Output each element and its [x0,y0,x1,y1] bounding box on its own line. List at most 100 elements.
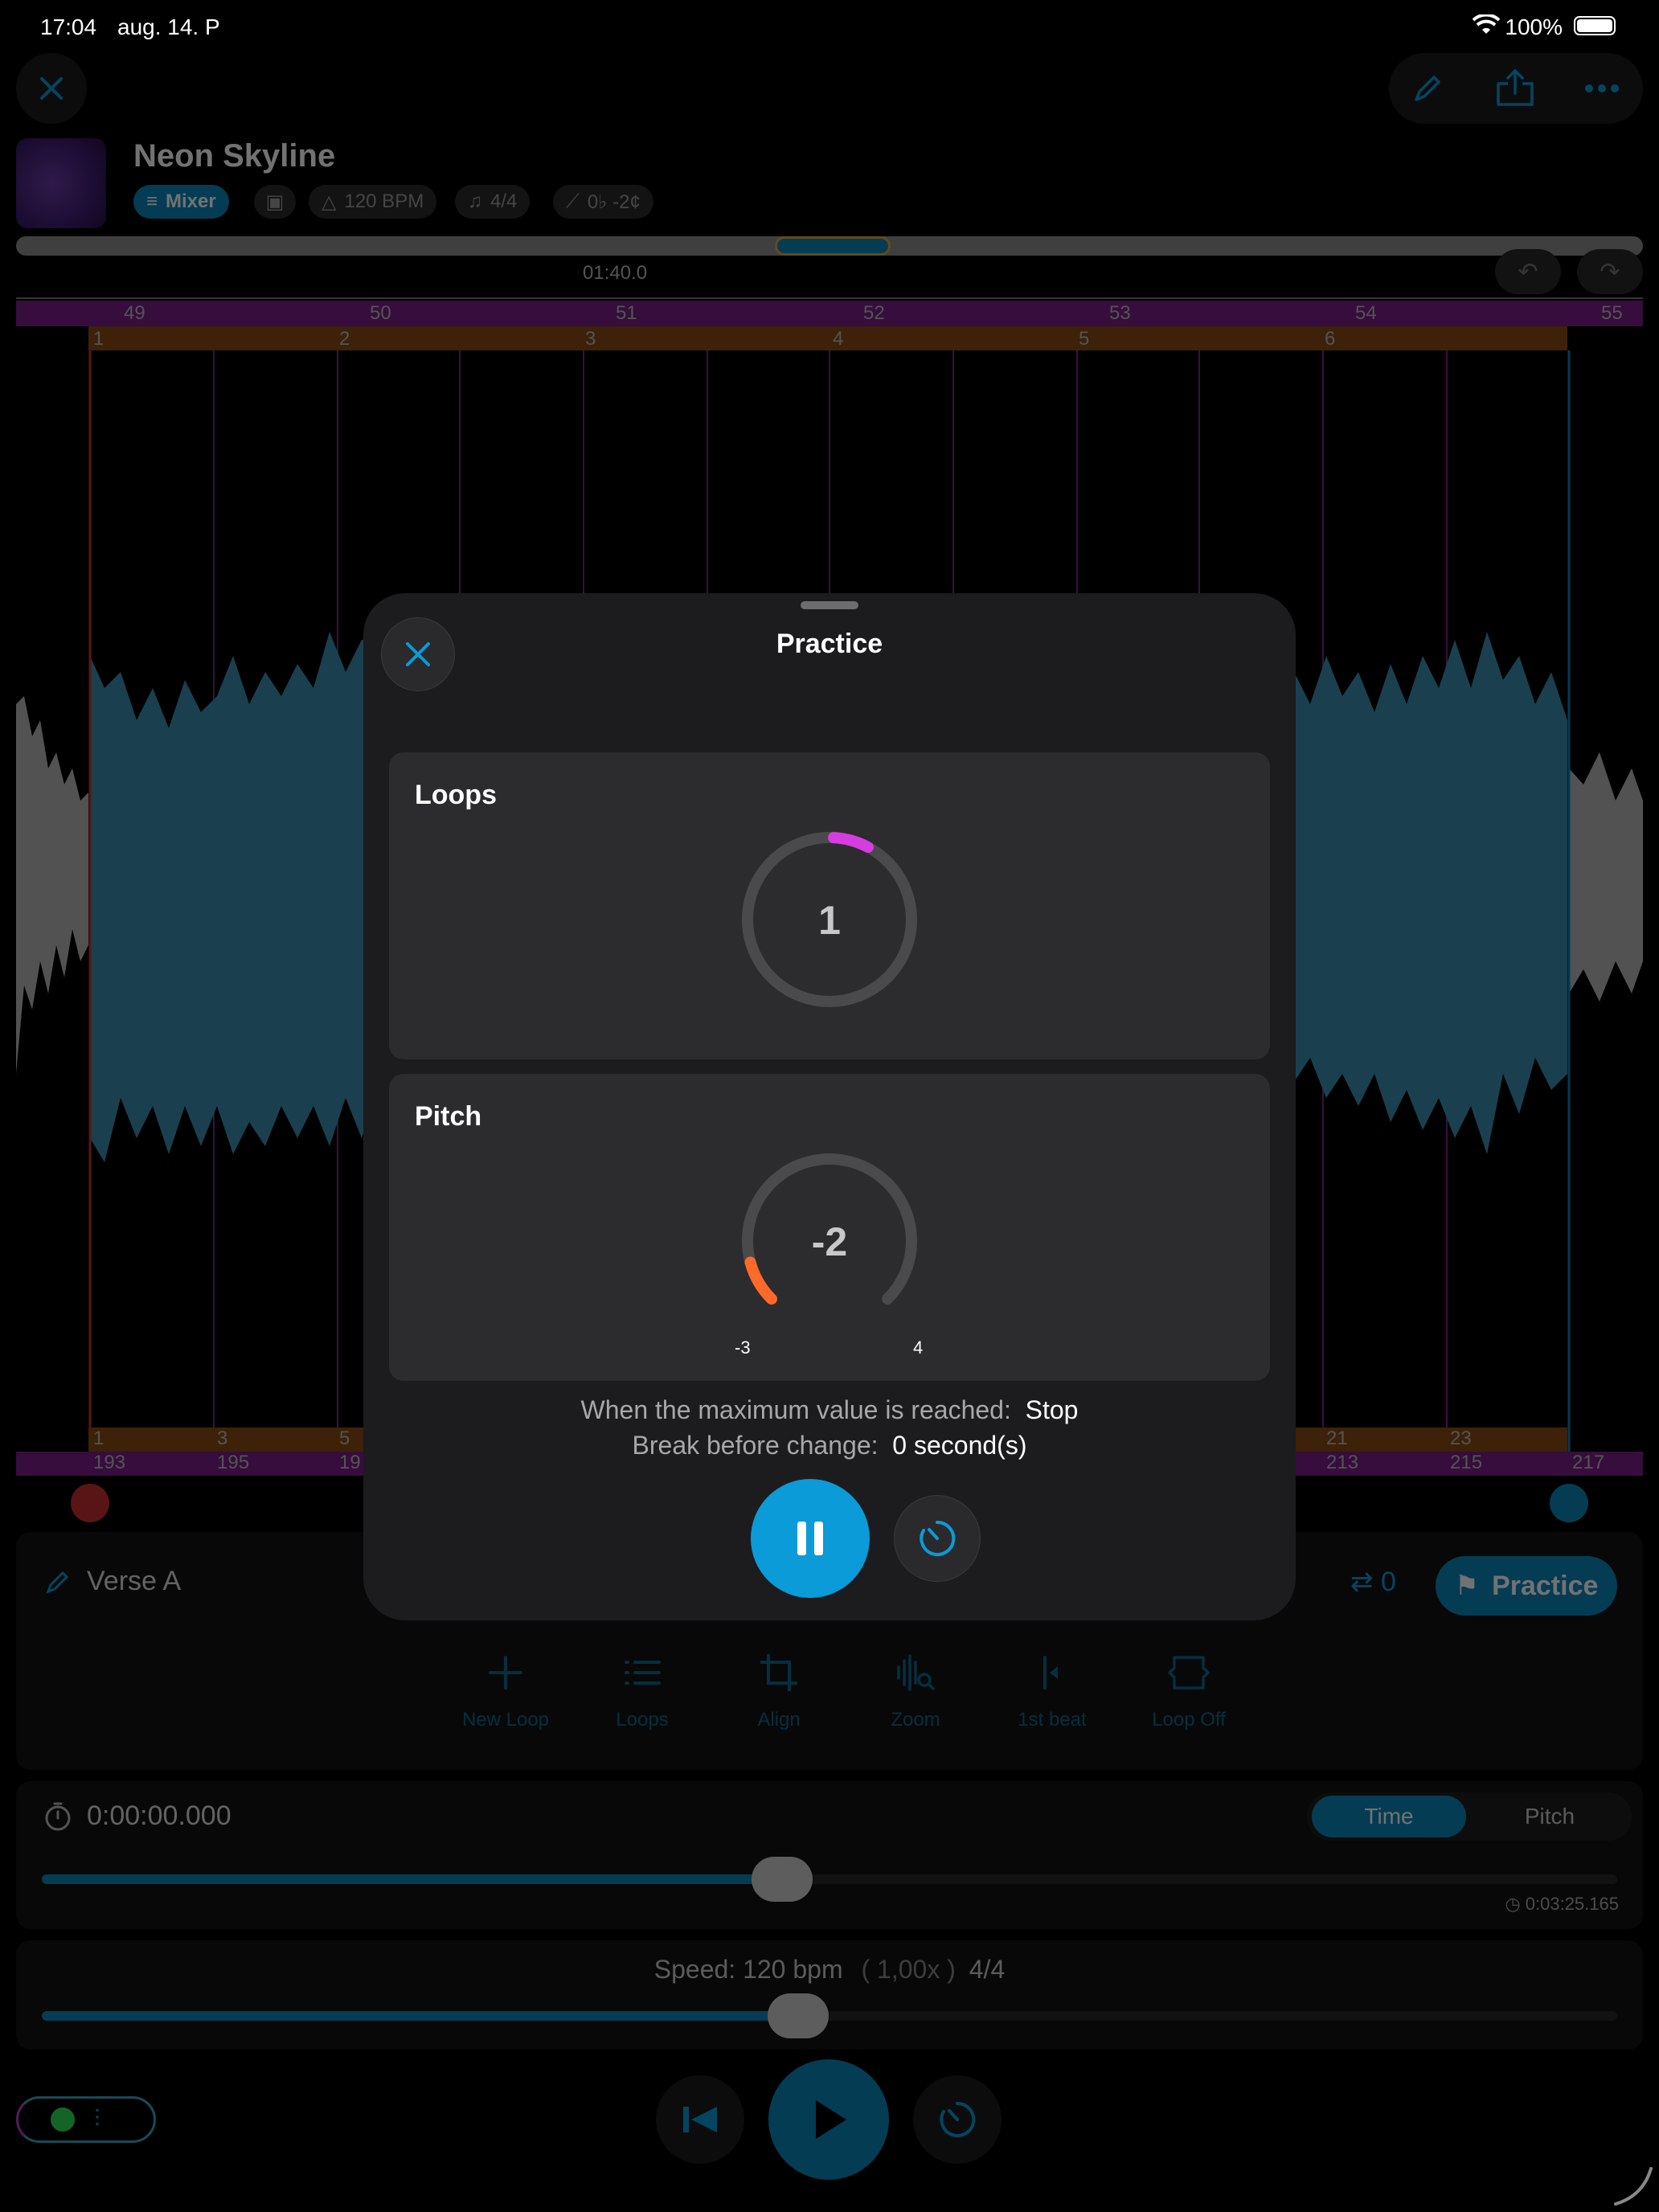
album-art[interactable] [16,138,106,228]
mode-segmented: Time Pitch [1307,1792,1632,1841]
drag-handle[interactable] [801,601,858,609]
repeat-count-value: 0 [1380,1567,1396,1597]
zoom-button[interactable]: Zoom [847,1653,984,1731]
practice-button[interactable]: ⚑ Practice [1436,1556,1617,1616]
loop-start-handle[interactable] [71,1484,109,1522]
song-title: Neon Skyline [133,138,336,174]
speed-slider[interactable] [42,1993,1617,2038]
bar-number: 195 [217,1452,250,1473]
battery-icon [1574,16,1616,35]
tool-row: New Loop Loops Align Zoom 1st beat Loop … [437,1653,1257,1731]
notes-icon: ♫ [468,190,482,212]
beat-number: 1 [93,1428,104,1449]
pitch-label: 0♭ -2¢ [587,190,641,213]
position-slider-knob[interactable] [752,1857,813,1902]
practice-label: Practice [1492,1570,1599,1601]
runner-icon: ⚑ [1454,1571,1480,1601]
position-slider-fill [42,1874,783,1884]
bpm-chip[interactable]: △ 120 BPM [309,185,437,219]
repeat-count[interactable]: ⇄ 0 [1350,1566,1396,1598]
loops-button[interactable]: Loops [574,1653,711,1731]
align-button[interactable]: Align [711,1653,847,1731]
max-reached-setting[interactable]: When the maximum value is reached: Stop [363,1395,1296,1425]
redo-button[interactable]: ↷ [1577,249,1643,294]
pitch-title: Pitch [415,1101,482,1132]
speed-slider-knob[interactable] [767,1993,829,2038]
bar-number: 49 [124,302,145,324]
tool-label: Align [757,1709,801,1731]
waveform-zoom-icon [897,1654,935,1691]
pitch-dial[interactable]: -2 [733,1145,926,1337]
tool-label: Loops [616,1709,669,1731]
time-signature-label: 4/4 [490,190,518,212]
speed-bpm[interactable]: 120 [743,1955,785,1984]
mixer-chip[interactable]: ≡ Mixer [133,185,229,219]
first-beat-button[interactable]: 1st beat [984,1653,1120,1731]
break-value[interactable]: 0 second(s) [892,1431,1026,1460]
undo-button[interactable]: ↶ [1495,249,1561,294]
top-actions [1389,53,1643,124]
modal-title: Practice [776,629,883,659]
beat-number: 3 [585,328,596,350]
loop-off-icon [1168,1656,1210,1690]
metronome-chip[interactable]: ▣ [254,185,296,219]
loop-off-button[interactable]: Loop Off [1120,1653,1257,1731]
max-reached-value[interactable]: Stop [1026,1395,1079,1424]
redo-icon: ↷ [1600,258,1620,285]
export-icon[interactable] [1493,68,1537,111]
loop-end-handle[interactable] [1550,1484,1588,1522]
tab-pitch[interactable]: Pitch [1473,1796,1627,1837]
speed-unit: bpm [793,1955,843,1984]
tool-label: New Loop [461,1709,550,1731]
pitch-panel: Pitch -2 -3 4 [389,1074,1270,1381]
beat-number: 2 [339,328,350,350]
close-button[interactable] [16,53,87,124]
time-signature-chip[interactable]: ♫ 4/4 [455,185,530,219]
tab-time[interactable]: Time [1312,1796,1466,1837]
loop-name[interactable]: Verse A [87,1566,181,1597]
status-bar: 17:04 aug. 14. P 100% [0,0,1659,51]
beats-strip-top [88,326,1567,350]
pitch-min: -3 [735,1337,751,1358]
battery-percent: 100% [1505,14,1563,39]
overview-scrubber[interactable] [16,236,1643,256]
speed-prefix: Speed: [653,1955,736,1984]
undo-icon: ↶ [1518,258,1538,285]
pitch-chip[interactable]: ⟋ 0♭ -2¢ [553,185,653,219]
timer-icon [940,2101,976,2137]
pause-button[interactable] [751,1479,870,1598]
bar-number: 53 [1109,302,1131,324]
tuning-fork-icon: ⟋ [566,190,580,212]
new-loop-button[interactable]: New Loop [437,1653,574,1731]
previous-button[interactable] [656,2075,744,2164]
bar-number: 54 [1355,302,1377,324]
pencil-icon[interactable] [1410,71,1445,106]
skip-back-icon [683,2107,717,2132]
modal-timer-button[interactable] [894,1495,981,1582]
stopwatch-icon [45,1802,71,1831]
time-marker: 01:40.0 [583,262,648,284]
speed-factor: ( 1,00x ) [861,1955,956,1984]
more-icon[interactable] [1583,80,1620,96]
loops-title: Loops [415,780,497,810]
clock-icon: ◷ [1505,1894,1526,1914]
status-time: 17:04 [40,14,97,39]
pitch-max: 4 [913,1337,924,1358]
position-slider[interactable] [42,1857,1617,1902]
play-button[interactable] [768,2059,889,2180]
status-date: aug. 14. P [117,14,220,39]
loops-dial[interactable]: 1 [733,823,926,1016]
pitch-value: -2 [812,1219,847,1264]
total-time: ◷ 0:03:25.165 [1505,1894,1619,1915]
first-beat-icon [1043,1656,1058,1690]
mixer-toggle[interactable]: ⫶ [16,2096,156,2143]
pencil-icon[interactable] [43,1567,72,1596]
beat-number: 6 [1325,328,1336,350]
metronome-icon: △ [322,190,337,213]
overview-window[interactable] [775,236,891,256]
speed-card: Speed: 120 bpm ( 1,00x ) 4/4 [16,1940,1643,2050]
resize-corner-icon [1614,2167,1653,2206]
pause-icon [797,1522,823,1555]
timer-button[interactable] [913,2075,1002,2164]
break-setting[interactable]: Break before change: 0 second(s) [363,1431,1296,1460]
